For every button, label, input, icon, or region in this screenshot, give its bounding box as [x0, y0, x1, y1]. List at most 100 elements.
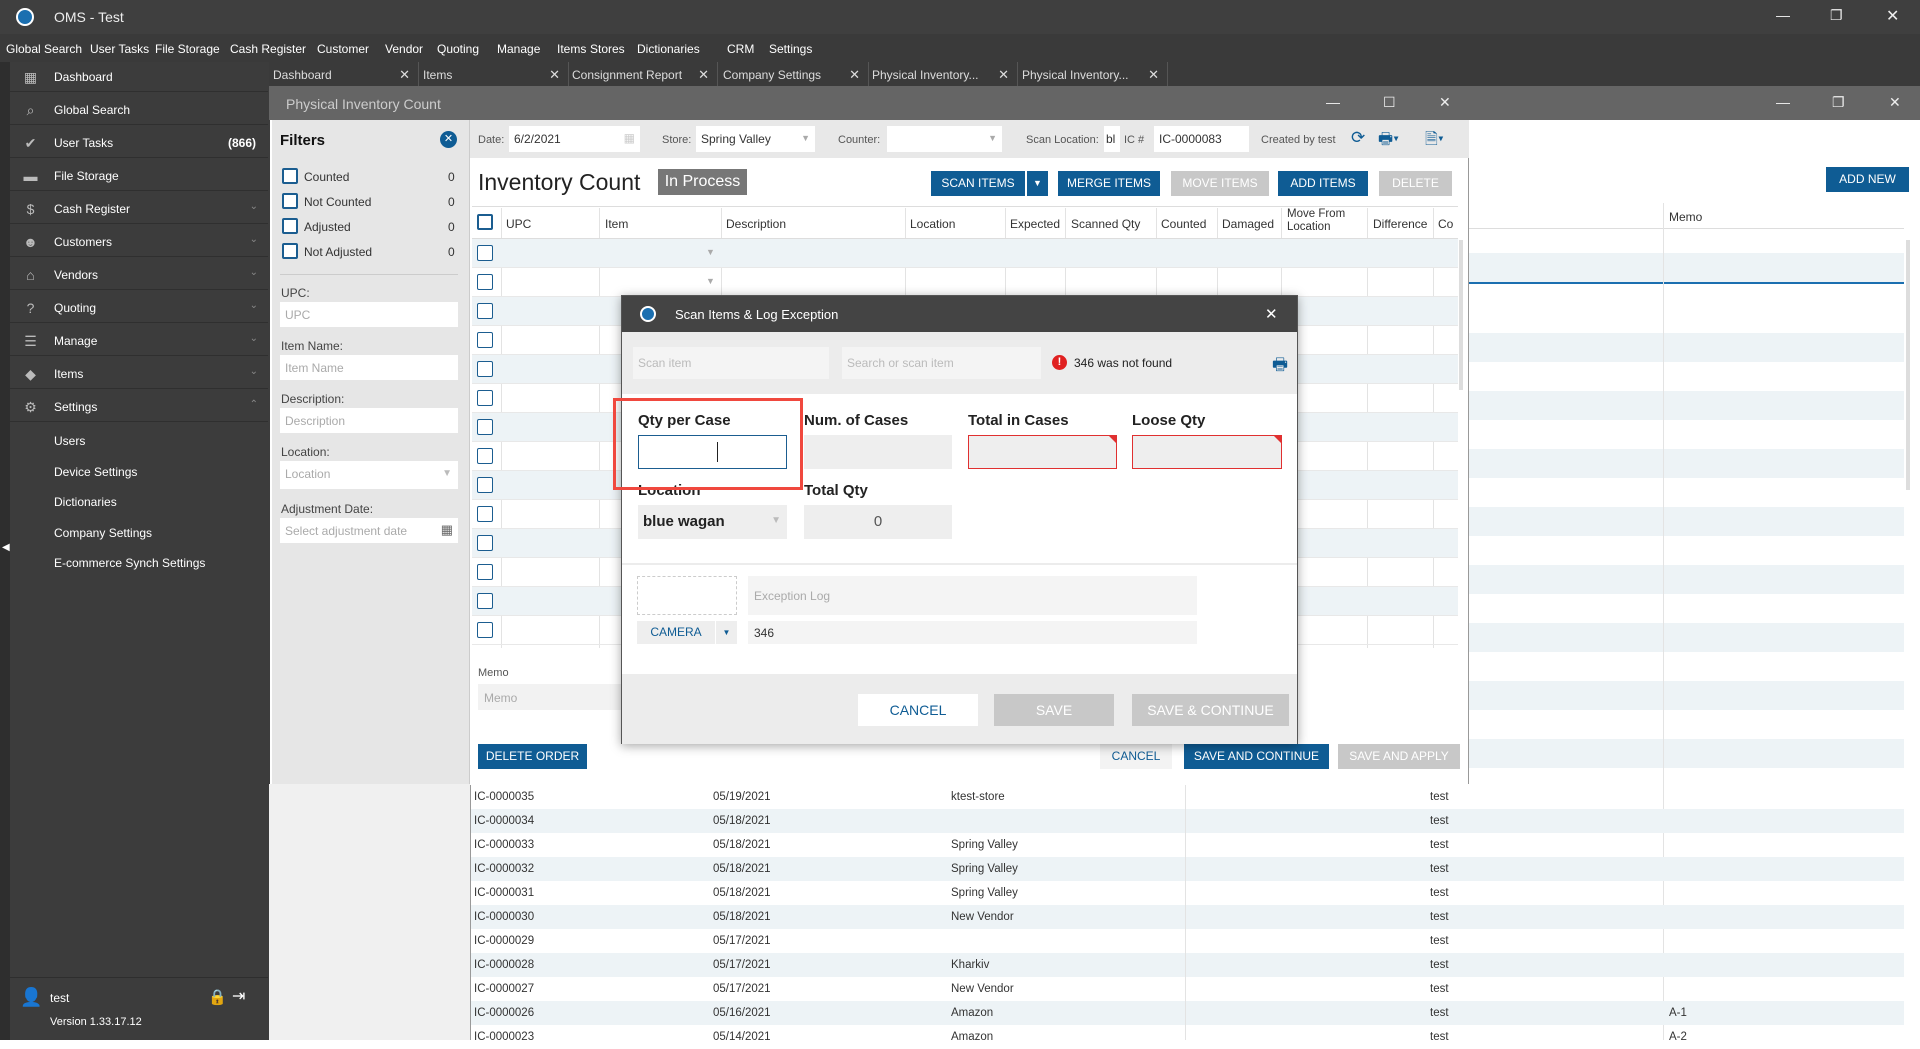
tab-5[interactable]: Physical Inventory... ✕ — [1018, 62, 1168, 86]
sidebar-item-quoting[interactable]: ? Quoting ⌄ — [10, 293, 268, 323]
row-checkbox[interactable] — [477, 593, 493, 609]
close-tab-icon[interactable]: ✕ — [549, 67, 560, 83]
sidebar-item-user-tasks[interactable]: ✔ User Tasks (866) — [10, 128, 268, 158]
document-icon[interactable]: 🗎▾ — [1425, 128, 1444, 155]
row-checkbox[interactable] — [477, 448, 493, 464]
select-all-checkbox[interactable] — [477, 214, 493, 230]
save-and-continue-button[interactable]: SAVE AND CONTINUE — [1184, 744, 1329, 769]
lock-icon[interactable]: 🔒 — [208, 988, 227, 1006]
menu-item-global-search[interactable]: Global Search — [6, 42, 82, 56]
list-row[interactable]: IC-0000031 05/18/2021 Spring Valley test — [470, 881, 1904, 905]
row-checkbox[interactable] — [477, 535, 493, 551]
item-dropdown-icon[interactable]: ▼ — [706, 247, 715, 257]
menu-item-items[interactable]: Items — [557, 42, 586, 56]
list-row[interactable]: IC-0000030 05/18/2021 New Vendor test — [470, 905, 1904, 929]
menu-item-settings[interactable]: Settings — [769, 42, 812, 56]
photo-placeholder[interactable] — [637, 576, 737, 615]
window-close-button[interactable]: ✕ — [1439, 94, 1451, 111]
adjustment-date-input[interactable]: Select adjustment date ▦ — [280, 518, 458, 543]
loose-qty-input[interactable] — [1132, 435, 1282, 469]
dialog-save-continue-button[interactable]: SAVE & CONTINUE — [1132, 694, 1289, 726]
sidebar-item-dashboard[interactable]: ▦ Dashboard — [10, 62, 268, 92]
row-checkbox[interactable] — [477, 245, 493, 261]
sidebar-item-settings[interactable]: ⚙ Settings ⌃ — [10, 392, 268, 422]
sidebar-subitem-users[interactable]: Users — [10, 426, 268, 456]
code-input[interactable]: 346 — [748, 621, 1197, 644]
description-input[interactable]: Description — [280, 408, 458, 433]
row-checkbox[interactable] — [477, 564, 493, 580]
filter-checkbox-adjusted[interactable] — [282, 218, 298, 234]
row-checkbox[interactable] — [477, 390, 493, 406]
menu-item-dictionaries[interactable]: Dictionaries — [637, 42, 700, 56]
exception-log-input[interactable]: Exception Log — [748, 576, 1197, 615]
sidebar-item-file-storage[interactable]: ▬ File Storage — [10, 161, 268, 191]
scan-items-dropdown[interactable]: ▼ — [1027, 171, 1048, 196]
tab-0[interactable]: Dashboard ✕ — [269, 62, 419, 86]
location-select[interactable]: blue wagan ▼ — [638, 505, 787, 539]
filter-checkbox-not-counted[interactable] — [282, 193, 298, 209]
sidebar-subitem-device-settings[interactable]: Device Settings — [10, 457, 268, 487]
close-tab-icon[interactable]: ✕ — [1148, 67, 1159, 83]
list-row[interactable]: IC-0000032 05/18/2021 Spring Valley test — [470, 857, 1904, 881]
bg-restore-button[interactable]: ❐ — [1832, 94, 1845, 111]
dialog-save-button[interactable]: SAVE — [994, 694, 1114, 726]
close-tab-icon[interactable]: ✕ — [998, 67, 1009, 83]
table-row[interactable] — [472, 268, 1458, 297]
menu-item-cash-register[interactable]: Cash Register — [230, 42, 306, 56]
clear-filters-icon[interactable]: ✕ — [440, 131, 457, 148]
menu-item-vendor[interactable]: Vendor — [385, 42, 423, 56]
delete-button[interactable]: DELETE — [1379, 171, 1452, 196]
column-header-counted[interactable]: Counted — [1161, 217, 1206, 231]
row-checkbox[interactable] — [477, 477, 493, 493]
sidebar-subitem-e-commerce-synch-settings[interactable]: E-commerce Synch Settings — [10, 548, 268, 578]
camera-dropdown[interactable]: ▼ — [716, 621, 737, 644]
column-header-co[interactable]: Co — [1438, 217, 1453, 231]
item-dropdown-icon[interactable]: ▼ — [706, 276, 715, 286]
date-input[interactable]: 6/2/2021 ▦ — [509, 126, 640, 152]
scan-location-input[interactable]: bl — [1104, 126, 1120, 152]
bg-minimize-button[interactable]: — — [1776, 94, 1790, 110]
ic-number-input[interactable]: IC-0000083 — [1154, 126, 1249, 152]
move-items-button[interactable]: MOVE ITEMS — [1171, 171, 1269, 196]
list-row[interactable]: IC-0000034 05/18/2021 test — [470, 809, 1904, 833]
tab-1[interactable]: Items ✕ — [419, 62, 569, 86]
filter-checkbox-counted[interactable] — [282, 168, 298, 184]
location-select[interactable]: Location ▼ — [280, 461, 458, 489]
scan-items-button[interactable]: SCAN ITEMS — [931, 171, 1025, 196]
column-header-difference[interactable]: Difference — [1373, 217, 1427, 231]
table-row[interactable] — [472, 239, 1458, 268]
minimize-button[interactable]: — — [1776, 7, 1790, 23]
list-row[interactable]: IC-0000027 05/17/2021 New Vendor test — [470, 977, 1904, 1001]
add-new-button[interactable]: ADD NEW — [1826, 167, 1909, 192]
list-row[interactable]: IC-0000026 05/16/2021 Amazon test A-1 — [470, 1001, 1904, 1025]
collapse-sidebar-icon[interactable]: ◀ — [2, 542, 10, 553]
close-tab-icon[interactable]: ✕ — [698, 67, 709, 83]
list-row[interactable]: IC-0000033 05/18/2021 Spring Valley test — [470, 833, 1904, 857]
calendar-icon[interactable]: ▦ — [441, 522, 453, 538]
item-name-input[interactable]: Item Name — [280, 355, 458, 380]
bg-close-button[interactable]: ✕ — [1889, 94, 1901, 111]
column-header-upc[interactable]: UPC — [506, 217, 531, 231]
merge-items-button[interactable]: MERGE ITEMS — [1058, 171, 1160, 196]
bg-scrollbar[interactable] — [1906, 240, 1910, 490]
list-row[interactable]: IC-0000028 05/17/2021 Kharkiv test — [470, 953, 1904, 977]
sidebar-item-items[interactable]: ◆ Items ⌄ — [10, 359, 268, 389]
menu-item-stores[interactable]: Stores — [590, 42, 625, 56]
sidebar-subitem-company-settings[interactable]: Company Settings — [10, 518, 268, 548]
dialog-close-button[interactable]: ✕ — [1265, 305, 1278, 323]
table-scrollbar[interactable] — [1459, 240, 1463, 390]
sidebar-item-vendors[interactable]: ⌂ Vendors ⌄ — [10, 260, 268, 290]
cancel-button[interactable]: CANCEL — [1100, 744, 1172, 769]
filter-checkbox-not-adjusted[interactable] — [282, 243, 298, 259]
row-checkbox[interactable] — [477, 622, 493, 638]
restore-button[interactable]: ❐ — [1830, 7, 1843, 24]
print-icon[interactable]: 🖶▾ — [1378, 128, 1399, 155]
total-in-cases-input[interactable] — [968, 435, 1117, 469]
column-header-expected[interactable]: Expected — [1010, 217, 1060, 231]
window-maximize-button[interactable]: ☐ — [1383, 94, 1396, 111]
upc-input[interactable]: UPC — [280, 302, 458, 327]
store-select[interactable]: Spring Valley ▼ — [696, 126, 815, 152]
window-minimize-button[interactable]: — — [1326, 94, 1340, 110]
column-header-move-from-location[interactable]: Move From Location — [1287, 208, 1357, 234]
sidebar-subitem-dictionaries[interactable]: Dictionaries — [10, 487, 268, 517]
